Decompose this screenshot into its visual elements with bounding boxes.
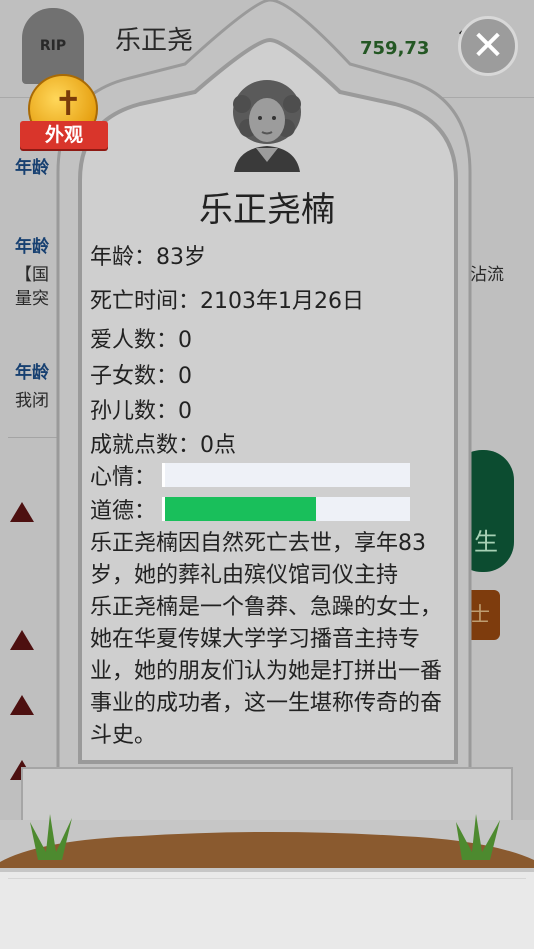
biography-text: 乐正尧楠是一个鲁莽、急躁的女士，她在华夏传媒大学学习播音主持专业，她的朋友们认为… bbox=[90, 595, 443, 748]
avatar bbox=[233, 80, 301, 172]
age-text: 年龄：83岁 bbox=[90, 245, 206, 270]
appearance-badge-label: 外观 bbox=[20, 121, 108, 149]
achievement-points-text: 成就点数：0点 bbox=[90, 433, 236, 458]
children-count-text: 子女数：0 bbox=[90, 364, 192, 389]
morality-label: 道德： bbox=[90, 499, 157, 524]
appearance-badge-button[interactable]: ✝ 外观 bbox=[20, 74, 108, 156]
death-time-text: 死亡时间：2103年1月26日 bbox=[90, 289, 364, 314]
close-button[interactable]: ✕ bbox=[458, 16, 518, 76]
mood-label: 心情： bbox=[90, 465, 157, 490]
mood-bar-row: 心情： bbox=[90, 462, 410, 490]
bottom-divider bbox=[8, 878, 526, 879]
morality-bar-row: 道德： bbox=[90, 496, 410, 524]
death-description: 乐正尧楠因自然死亡去世，享年83岁，她的葬礼由殡仪馆司仪主持 bbox=[90, 531, 426, 588]
cross-icon: ✝ bbox=[54, 84, 83, 124]
lovers-count-text: 爱人数：0 bbox=[90, 328, 192, 353]
morality-bar-fill bbox=[165, 497, 316, 521]
person-name: 乐正尧楠 bbox=[199, 190, 335, 230]
close-icon: ✕ bbox=[471, 23, 505, 69]
morality-bar bbox=[162, 497, 410, 521]
grandchildren-count-text: 孙儿数：0 bbox=[90, 399, 192, 424]
mood-bar bbox=[162, 463, 410, 487]
